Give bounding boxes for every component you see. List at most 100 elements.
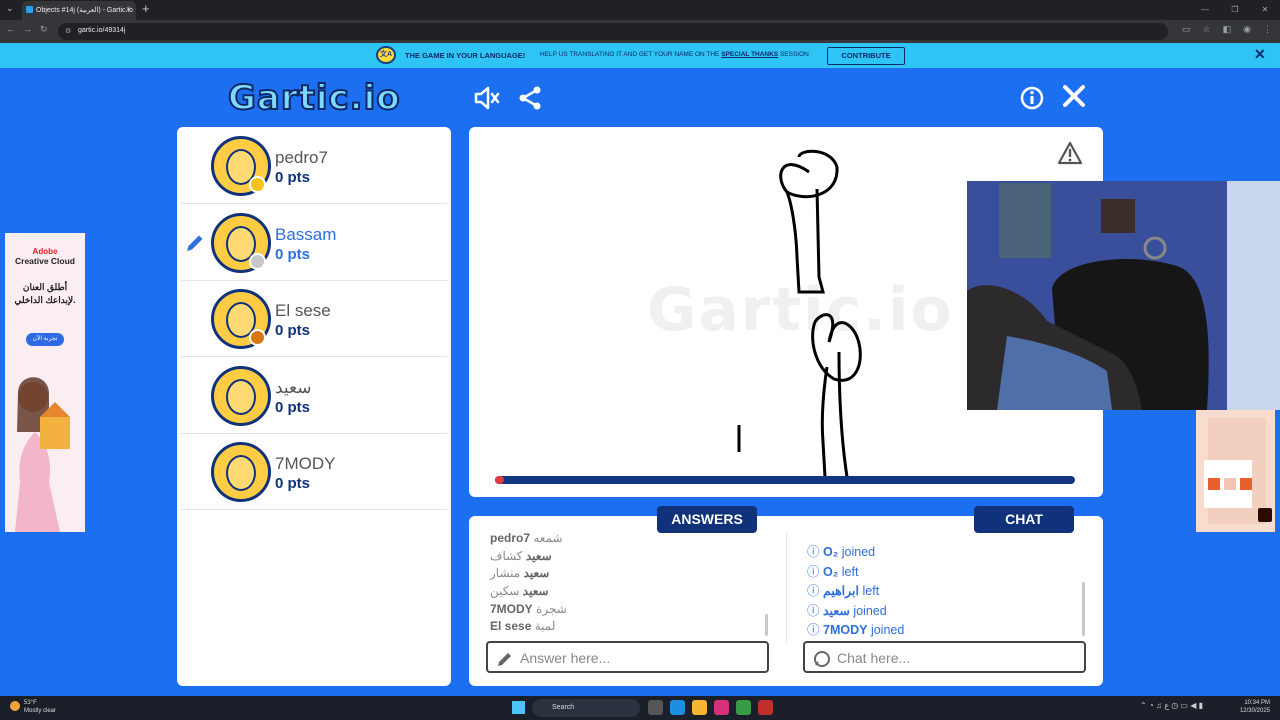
drawing-pencil-icon (187, 235, 203, 251)
reload-icon[interactable]: ↻ (40, 24, 48, 35)
player-points: 0 pts (275, 245, 311, 263)
chat-item: ⓘ سعيد joined (807, 600, 1077, 620)
info-icon[interactable] (1020, 86, 1044, 115)
answer-item: سعيد منشار (490, 566, 760, 584)
url-field[interactable]: ⚙ gartic.io/49314j (58, 23, 1168, 40)
window-controls: — ❐ ✕ (1190, 0, 1280, 20)
player-row[interactable]: 7MODY 0 pts (181, 434, 447, 511)
answer-item: 7MODY شجرة (490, 602, 760, 620)
chat-info-icon: ⓘ (807, 623, 820, 637)
edge-icon[interactable] (670, 700, 685, 715)
status-dot (249, 176, 266, 193)
clock-date: 12/30/2025 (1239, 708, 1270, 714)
site-info-icon[interactable]: ⚙ (65, 27, 71, 35)
file-explorer-icon[interactable] (692, 700, 707, 715)
restore-icon[interactable]: ❐ (1220, 0, 1250, 20)
tab-answers[interactable]: ANSWERS (657, 506, 757, 533)
windows-taskbar: 53°F Mostly clear Search ⌃ ◔ ♫ ع ◷ ▭ ◀ ▮… (0, 696, 1280, 720)
new-tab-icon[interactable]: + (142, 1, 150, 16)
ad-headline: أطلق العنان لإبداعك الداخلي. (14, 282, 76, 305)
chat-action: joined (870, 623, 905, 637)
ad-try-button[interactable]: تجربة الآن (26, 333, 64, 346)
weather-desc: Mostly clear (24, 708, 57, 714)
cast-icon[interactable]: ▭ (1182, 24, 1191, 35)
chat-input[interactable] (837, 648, 1077, 668)
weather-widget[interactable]: 53°F Mostly clear (10, 699, 56, 715)
webcam-image (967, 181, 1280, 410)
tab-search-icon[interactable]: ⌄ (6, 3, 14, 14)
exit-game-icon[interactable] (1062, 84, 1086, 112)
ad-brand: Adobe (32, 247, 58, 256)
player-name: سعيد (275, 377, 312, 397)
bookmark-star-icon[interactable]: ☆ (1203, 24, 1211, 35)
answer-user: 7MODY (490, 601, 533, 616)
chat-info-icon: ⓘ (807, 545, 820, 559)
translate-badge-icon: 文A (376, 46, 396, 64)
browser-tab[interactable]: Objects #14j (العربية) - Gartic.io × (22, 1, 136, 20)
share-icon[interactable] (518, 86, 542, 115)
pencil-icon (496, 650, 514, 673)
task-view-icon[interactable] (648, 700, 663, 715)
adobe-ad[interactable]: Adobe Creative Cloud أطلق العنان لإبداعك… (5, 233, 85, 532)
report-warning-icon[interactable] (1057, 141, 1083, 170)
player-points: 0 pts (275, 398, 311, 416)
taskbar-search[interactable]: Search (532, 699, 640, 717)
answer-text: شمعه (533, 531, 563, 545)
taskbar-search-label: Search (552, 704, 575, 711)
player-row[interactable]: El sese 0 pts (181, 281, 447, 358)
chat-action: left (841, 564, 859, 579)
chat-user: O₂ (823, 545, 839, 559)
player-row[interactable]: pedro7 0 pts (181, 128, 447, 204)
weather-icon (10, 701, 20, 711)
player-points: 0 pts (275, 322, 311, 340)
chat-bubble-icon (813, 650, 831, 673)
chat-item: ⓘ ابراهيم left (807, 580, 1077, 600)
player-row[interactable]: سعيد 0 pts (181, 358, 447, 434)
sound-icon[interactable] (474, 86, 500, 115)
answer-input[interactable] (520, 648, 760, 668)
extensions-icon[interactable]: ◧ (1223, 24, 1232, 35)
answers-scrollbar[interactable] (765, 614, 768, 636)
answer-user: سعيد (522, 584, 549, 599)
chrome-icon[interactable] (736, 700, 751, 715)
chat-item-faded (807, 525, 1077, 541)
answer-item: pedro7 شمعه (490, 531, 760, 549)
chat-item: ⓘ 7MODY joined (807, 619, 1077, 639)
status-dot (249, 329, 266, 347)
player-name: El sese (275, 301, 331, 321)
banner-link[interactable]: SPECIAL THANKS (721, 51, 778, 58)
banner-close-icon[interactable]: ✕ (1254, 46, 1266, 63)
banner-title: THE GAME IN YOUR LANGUAGE! (405, 51, 526, 60)
app-icon[interactable] (758, 700, 773, 715)
forward-icon[interactable]: → (23, 24, 32, 35)
clock[interactable]: 10:34 PM 12/30/2025 (1240, 699, 1270, 715)
chat-input-box (803, 641, 1086, 673)
toolbar-icons: ▭ ☆ ◧ ◉ ⋮ (1182, 24, 1272, 35)
system-tray-icons[interactable]: ⌃ ◔ ♫ ع ◷ ▭ ◀ ▮ (1140, 701, 1203, 710)
answer-text: كشاف (490, 548, 523, 563)
round-timer (495, 476, 1075, 484)
player-points: 0 pts (275, 475, 311, 493)
answer-user: سعيد (523, 566, 550, 581)
chat-item: ⓘ O₂ joined (807, 541, 1077, 561)
chat-scrollbar[interactable] (1082, 582, 1085, 636)
answer-item: El sese لمبة (490, 619, 760, 637)
nav-buttons: ← → ↻ (6, 24, 48, 35)
banner-text: HELP US TRANSLATING IT AND GET YOUR NAME… (540, 51, 809, 58)
translation-banner: 文A THE GAME IN YOUR LANGUAGE! HELP US TR… (0, 43, 1280, 68)
avatar (211, 365, 271, 426)
back-icon[interactable]: ← (6, 24, 15, 35)
instagram-icon[interactable] (714, 700, 729, 715)
player-name: Bassam (275, 224, 337, 244)
player-row[interactable]: Bassam 0 pts (181, 205, 447, 281)
contribute-button[interactable]: CONTRIBUTE (827, 47, 905, 65)
window-close-icon[interactable]: ✕ (1250, 0, 1280, 20)
menu-dots-icon[interactable]: ⋮ (1263, 24, 1272, 35)
answer-user: El sese (490, 619, 532, 634)
profile-icon[interactable]: ◉ (1243, 24, 1251, 35)
windows-start-icon[interactable] (512, 701, 525, 714)
right-ad[interactable] (1196, 410, 1275, 532)
tab-close-icon[interactable]: × (126, 4, 131, 14)
minimize-icon[interactable]: — (1190, 0, 1220, 20)
banner-text-end: SESSION (778, 51, 809, 58)
